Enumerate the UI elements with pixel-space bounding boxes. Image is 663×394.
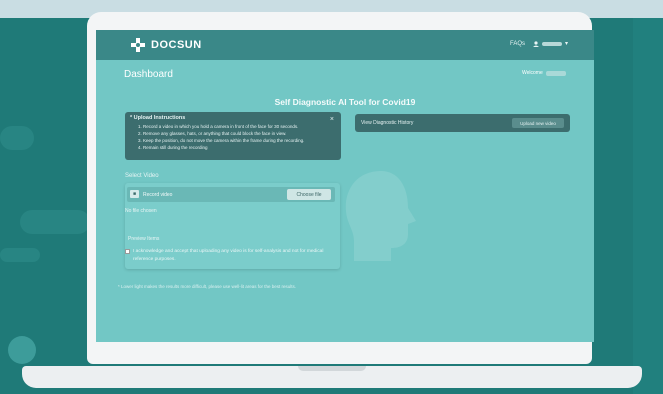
- faq-link[interactable]: FAQs: [510, 41, 525, 47]
- background-decoration: [8, 336, 36, 364]
- consent-checkbox[interactable]: [125, 249, 130, 254]
- list-item: 2. Remove any glasses, hats, or anything…: [138, 131, 287, 136]
- list-item: 3. Keep the position, do not move the ca…: [138, 138, 305, 143]
- upload-instructions-panel: * Upload Instructions × 1. Record a vide…: [125, 112, 341, 160]
- background-decoration: [0, 248, 40, 262]
- choose-file-button[interactable]: Choose file: [287, 189, 331, 200]
- close-icon[interactable]: ×: [330, 116, 334, 123]
- upload-new-video-button[interactable]: Upload new video: [512, 118, 564, 128]
- user-icon: [533, 40, 539, 47]
- instructions-heading: * Upload Instructions: [130, 115, 186, 121]
- ai-head-watermark-icon: [345, 171, 416, 261]
- select-video-label: Select Video: [125, 173, 159, 179]
- camera-icon: ■: [130, 190, 139, 198]
- background-decoration: [0, 126, 34, 150]
- diagnostic-history-panel: View Diagnostic History Upload new video: [355, 114, 570, 132]
- dashboard-title: Dashboard: [124, 69, 173, 80]
- record-video-label[interactable]: Record video: [143, 192, 172, 198]
- top-navbar: DOCSUN FAQs ▾: [96, 30, 594, 60]
- preview-items-label: Preview Items: [128, 236, 160, 242]
- welcome-label: Welcome: [522, 70, 543, 76]
- lighting-footnote: * Lower light makes the results more dif…: [118, 284, 296, 289]
- welcome-message: Welcome: [522, 70, 566, 76]
- chevron-down-icon: ▾: [565, 41, 569, 47]
- background-decoration: [20, 210, 90, 234]
- consent-row: I acknowledge and accept that uploading …: [125, 248, 337, 264]
- diagnostic-history-label[interactable]: View Diagnostic History: [361, 120, 413, 126]
- video-upload-card: ■ Record video Choose file No file chose…: [125, 183, 340, 269]
- username-redacted: [542, 41, 562, 46]
- list-item: 1. Record a video in which you hold a ca…: [138, 124, 299, 129]
- instructions-list: 1. Record a video in which you hold a ca…: [138, 123, 336, 151]
- page-title: Self Diagnostic AI Tool for Covid19: [274, 97, 416, 107]
- app-screen: DOCSUN FAQs ▾ Dashboard Welcome Self Dia…: [96, 30, 594, 342]
- docsun-logo-icon: [130, 37, 146, 53]
- record-video-row: ■ Record video Choose file: [127, 187, 335, 202]
- list-item: 4. Remain still during the recording: [138, 145, 208, 150]
- background-right-band: [633, 18, 663, 394]
- brand-logo[interactable]: DOCSUN: [130, 37, 202, 53]
- laptop-notch: [298, 366, 366, 371]
- no-file-status: No file chosen: [125, 208, 157, 214]
- consent-text: I acknowledge and accept that uploading …: [133, 249, 324, 262]
- brand-name: DOCSUN: [151, 39, 202, 51]
- user-menu[interactable]: ▾: [533, 40, 568, 47]
- welcome-username-redacted: [545, 70, 566, 76]
